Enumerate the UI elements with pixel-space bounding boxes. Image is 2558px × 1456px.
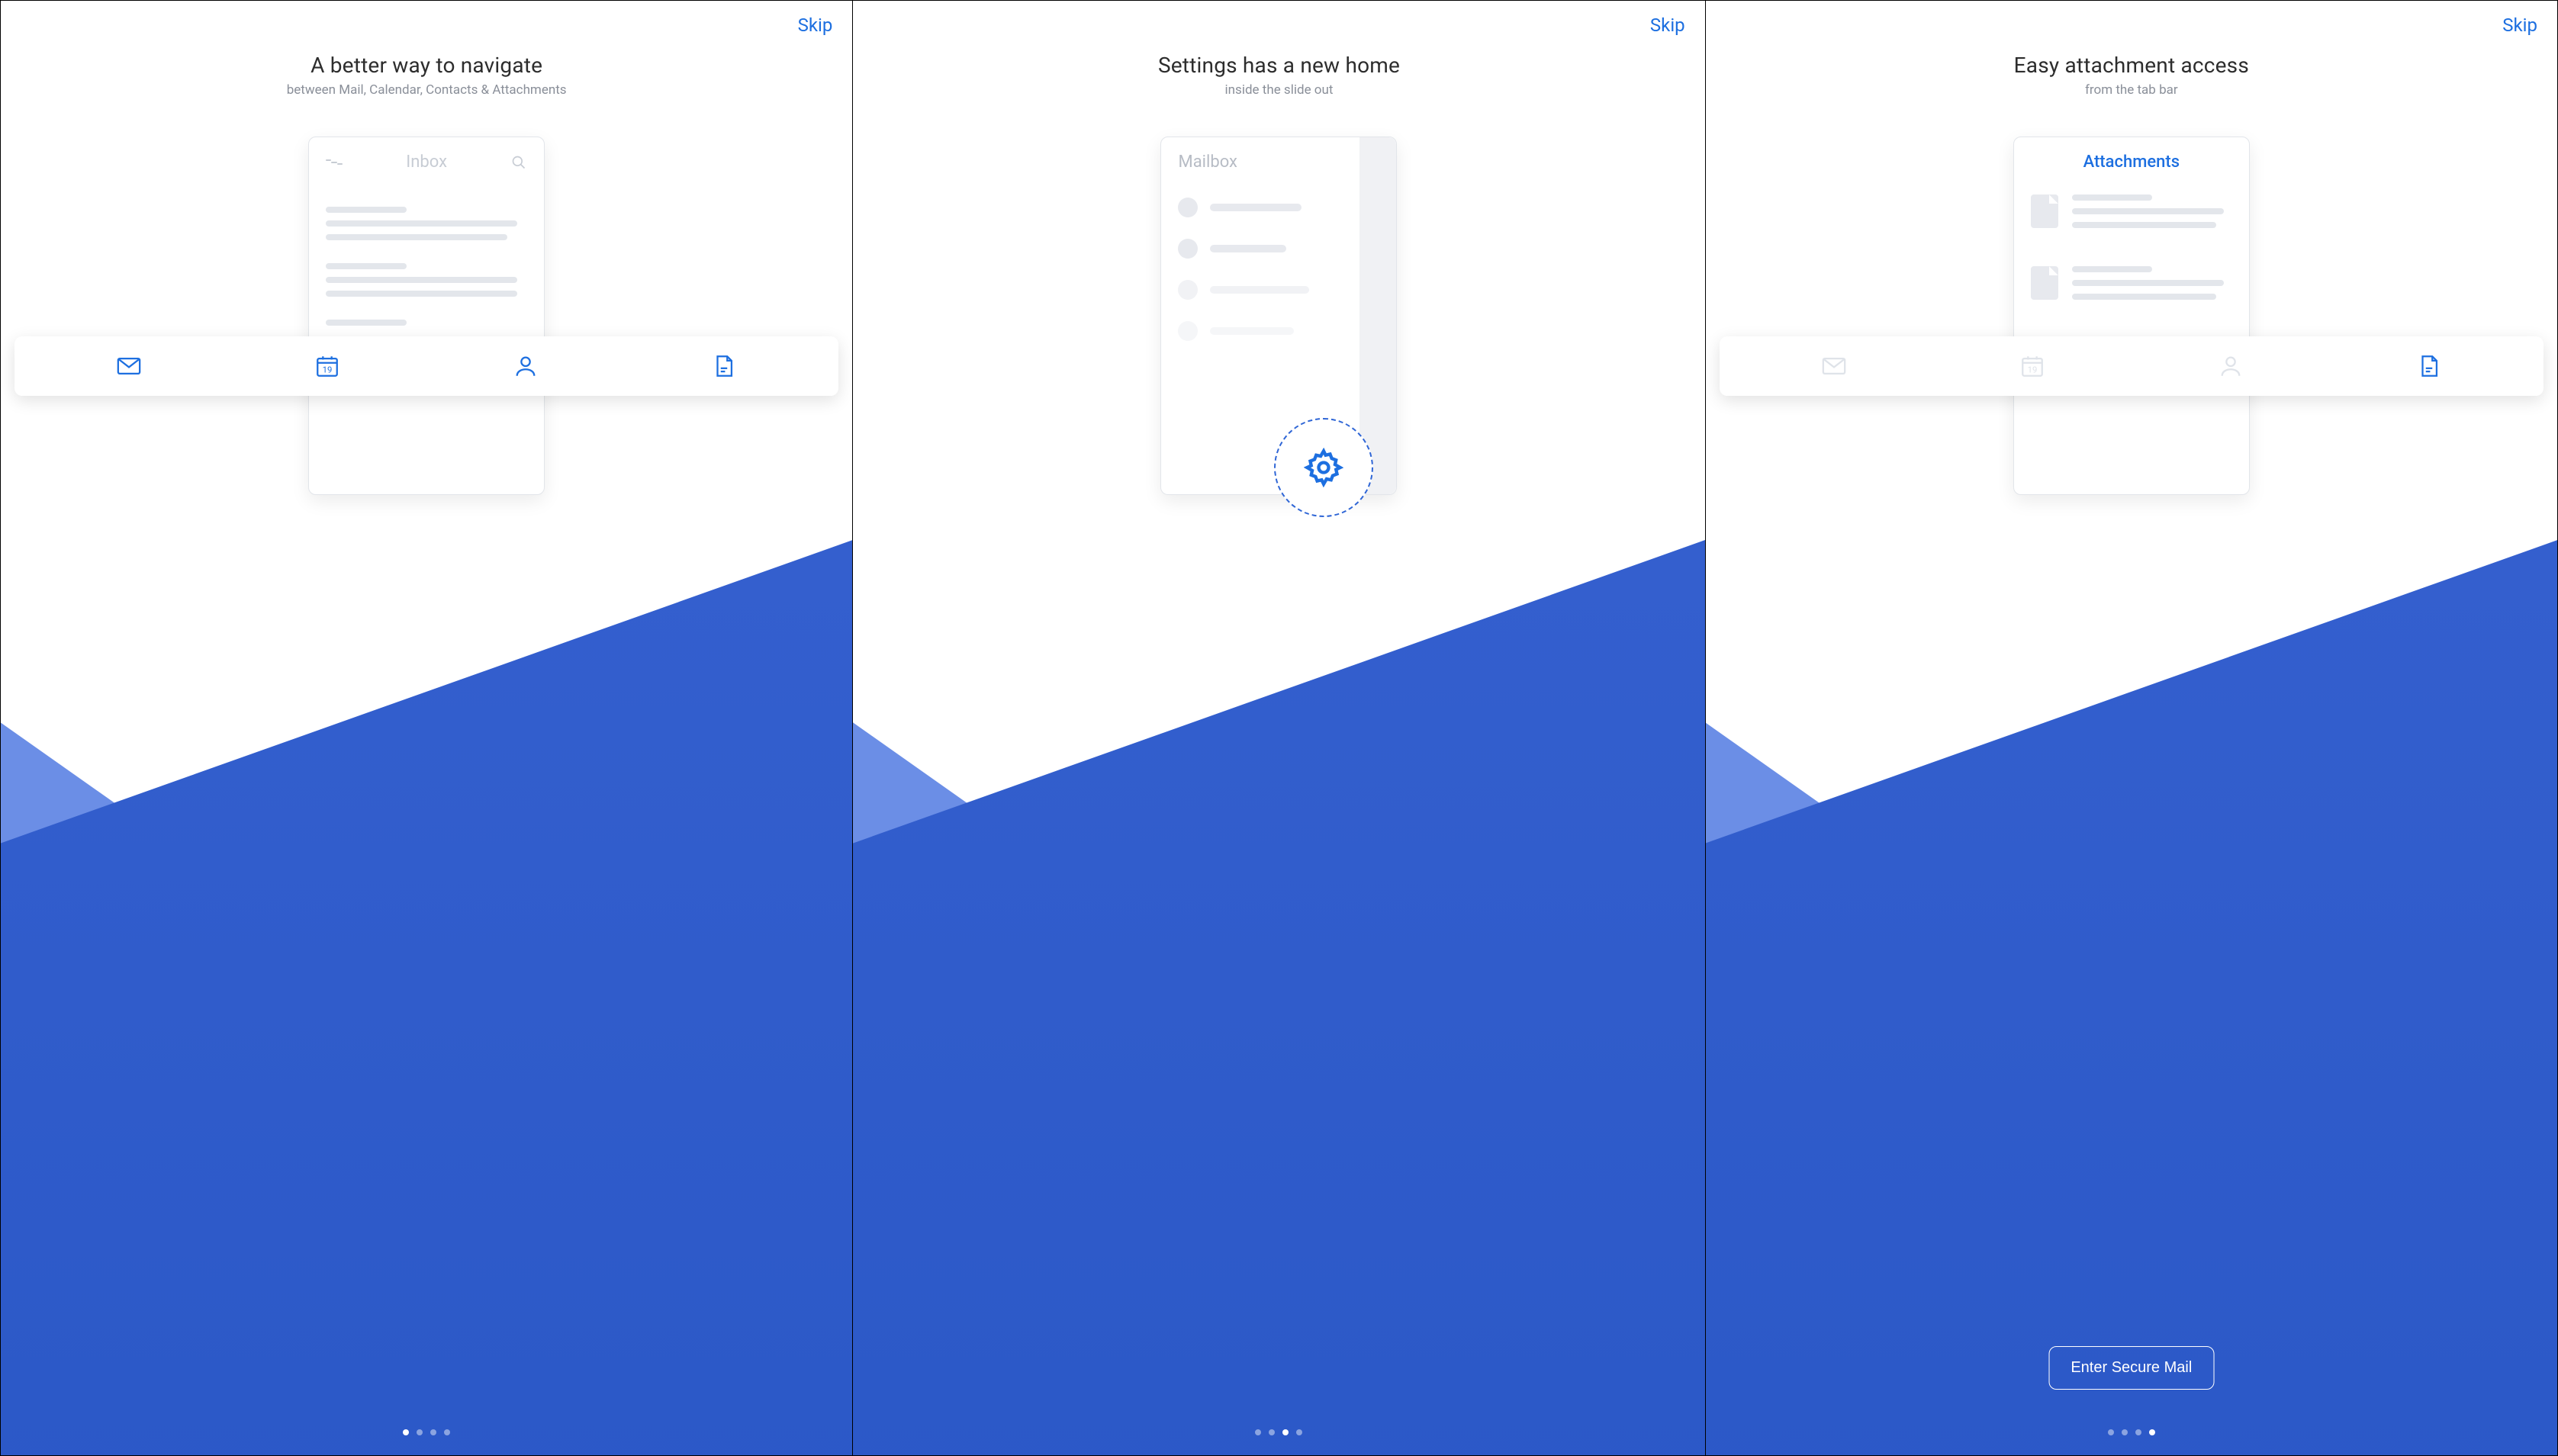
skip-button[interactable]: Skip — [2502, 14, 2537, 36]
list-item — [1178, 321, 1343, 341]
mock-app-card: Attachments — [2013, 137, 2250, 495]
page-dot — [403, 1429, 409, 1435]
list-item — [1178, 239, 1343, 259]
file-icon — [2416, 353, 2442, 379]
contacts-tab[interactable] — [510, 351, 541, 381]
mail-icon — [1821, 353, 1847, 379]
page-indicator — [853, 1429, 1704, 1435]
pdf-thumb-icon — [2031, 194, 2058, 228]
mock-app-card: Mailbox — [1160, 137, 1397, 495]
page-dot — [444, 1429, 450, 1435]
page-dot — [2135, 1429, 2141, 1435]
card-title: Inbox — [343, 153, 510, 172]
page-dot — [2122, 1429, 2128, 1435]
file-icon — [711, 353, 737, 379]
skip-button[interactable]: Skip — [798, 14, 833, 36]
svg-text:19: 19 — [2027, 365, 2037, 375]
page-dot — [2149, 1429, 2155, 1435]
settings-highlight[interactable] — [1274, 418, 1373, 517]
onboarding-subtitle: inside the slide out — [853, 82, 1704, 98]
onboarding-pane-3: Skip Easy attachment access from the tab… — [1706, 1, 2557, 1455]
onboarding-subtitle: from the tab bar — [1706, 82, 2557, 98]
list-item — [1178, 280, 1343, 300]
mock-app-card: Inbox — [308, 137, 545, 495]
page-dot — [1269, 1429, 1275, 1435]
attachment-row — [2031, 266, 2232, 307]
page-dot — [430, 1429, 436, 1435]
page-dot — [1255, 1429, 1261, 1435]
onboarding-heading: Settings has a new home inside the slide… — [853, 53, 1704, 98]
list-item — [1178, 198, 1343, 217]
mail-tab[interactable] — [1819, 351, 1849, 381]
onboarding-heading: A better way to navigate between Mail, C… — [1, 53, 852, 98]
skip-button[interactable]: Skip — [1650, 14, 1685, 36]
page-dot — [1296, 1429, 1302, 1435]
image-thumb-icon — [2031, 266, 2058, 300]
contacts-tab[interactable] — [2215, 351, 2246, 381]
onboarding-title: Easy attachment access — [1706, 53, 2557, 78]
onboarding-title: A better way to navigate — [1, 53, 852, 78]
mail-tab[interactable] — [114, 351, 144, 381]
contacts-icon — [513, 353, 539, 379]
onboarding-pane-2: Skip Settings has a new home inside the … — [853, 1, 1705, 1455]
search-icon — [510, 154, 527, 171]
onboarding-heading: Easy attachment access from the tab bar — [1706, 53, 2557, 98]
mail-icon — [116, 353, 142, 379]
contacts-icon — [2218, 353, 2244, 379]
calendar-tab[interactable]: 19 — [2017, 351, 2048, 381]
enter-secure-mail-button[interactable]: Enter Secure Mail — [2048, 1346, 2214, 1390]
hamburger-icon — [326, 154, 343, 171]
onboarding-title: Settings has a new home — [853, 53, 1704, 78]
tab-dock: 19 — [14, 336, 838, 396]
gear-icon — [1304, 448, 1343, 487]
attachments-tab[interactable] — [709, 351, 739, 381]
page-dot — [1282, 1429, 1289, 1435]
svg-text:19: 19 — [323, 365, 333, 375]
tab-dock: 19 — [1720, 336, 2544, 396]
skeleton-content — [326, 207, 527, 326]
card-title: Mailbox — [1178, 153, 1343, 172]
attachments-tab[interactable] — [2414, 351, 2444, 381]
page-dot — [417, 1429, 423, 1435]
card-title: Attachments — [2031, 153, 2232, 172]
onboarding-pane-1: Skip A better way to navigate between Ma… — [1, 1, 853, 1455]
onboarding-subtitle: between Mail, Calendar, Contacts & Attac… — [1, 82, 852, 98]
page-dot — [2108, 1429, 2114, 1435]
calendar-icon: 19 — [2019, 353, 2045, 379]
calendar-icon: 19 — [314, 353, 340, 379]
page-indicator — [1706, 1429, 2557, 1435]
page-indicator — [1, 1429, 852, 1435]
attachment-row — [2031, 194, 2232, 236]
calendar-tab[interactable]: 19 — [312, 351, 343, 381]
